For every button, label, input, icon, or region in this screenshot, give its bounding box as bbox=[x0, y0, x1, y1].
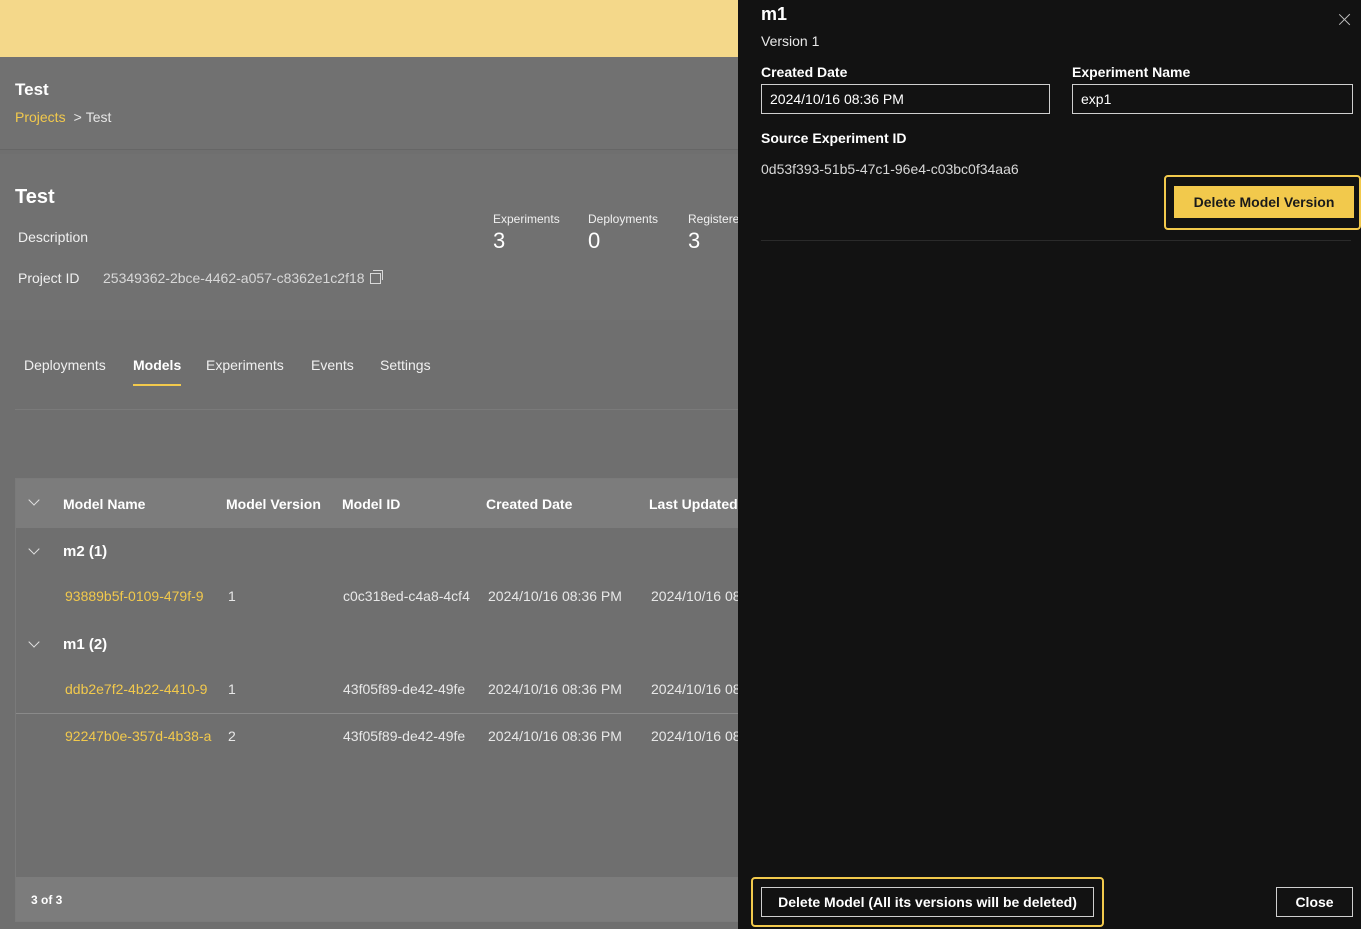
tab-settings[interactable]: Settings bbox=[380, 357, 431, 373]
stat-deployments: Deployments 0 bbox=[588, 212, 658, 254]
source-experiment-id-value: 0d53f393-51b5-47c1-96e4-c03bc0f34aa6 bbox=[761, 161, 1019, 177]
stat-label: Deployments bbox=[588, 212, 659, 226]
stat-experiments: Experiments 3 bbox=[493, 212, 560, 254]
table-row[interactable]: 92247b0e-357d-4b38-a 2 43f05f89-de42-49f… bbox=[16, 713, 739, 759]
breadcrumb-projects-link[interactable]: Projects bbox=[15, 109, 66, 125]
breadcrumb-current: Test bbox=[85, 109, 112, 125]
project-id-text: 25349362-2bce-4462-a057-c8362e1c2f18 bbox=[103, 270, 365, 286]
column-model-version[interactable]: Model Version bbox=[226, 496, 321, 512]
last-updated-cell: 2024/10/16 08 bbox=[651, 728, 740, 744]
drawer-title: m1 bbox=[761, 4, 788, 24]
created-date-label: Created Date bbox=[761, 64, 848, 80]
description-label: Description bbox=[18, 229, 89, 245]
stat-value: 3 bbox=[493, 228, 506, 253]
delete-model-button[interactable]: Delete Model (All its versions will be d… bbox=[761, 887, 1094, 917]
model-version-cell: 2 bbox=[228, 728, 236, 744]
close-icon[interactable] bbox=[1339, 13, 1351, 25]
delete-model-version-button[interactable]: Delete Model Version bbox=[1174, 186, 1354, 218]
close-button[interactable]: Close bbox=[1276, 887, 1353, 917]
column-last-updated[interactable]: Last Updated bbox=[649, 496, 738, 512]
project-id-value: 25349362-2bce-4462-a057-c8362e1c2f18 bbox=[103, 270, 383, 286]
project-tabs: Deployments Models Experiments Events Se… bbox=[15, 330, 740, 410]
breadcrumb-separator: > bbox=[73, 109, 82, 125]
stat-value: 3 bbox=[688, 228, 701, 253]
breadcrumb: Projects > Test bbox=[15, 109, 111, 125]
model-version-drawer: m1 Version 1 Created Date Experiment Nam… bbox=[738, 0, 1361, 929]
row-count: 3 of 3 bbox=[31, 893, 63, 907]
model-id-cell: c0c318ed-c4a8-4cf4 bbox=[343, 588, 470, 604]
model-version-cell: 1 bbox=[228, 588, 236, 604]
model-version-cell: 1 bbox=[228, 681, 236, 697]
column-model-name[interactable]: Model Name bbox=[63, 496, 145, 512]
stat-registered: Registere 3 bbox=[688, 212, 739, 254]
model-name-link[interactable]: 93889b5f-0109-479f-9 bbox=[65, 588, 217, 604]
table-row[interactable]: ddb2e7f2-4b22-4410-9 1 43f05f89-de42-49f… bbox=[16, 667, 739, 713]
drawer-version: Version 1 bbox=[761, 33, 820, 49]
tab-models[interactable]: Models bbox=[133, 357, 182, 386]
group-name: m2 (1) bbox=[63, 543, 108, 560]
table-header: Model Name Model Version Model ID Create… bbox=[16, 479, 739, 528]
model-name-link[interactable]: ddb2e7f2-4b22-4410-9 bbox=[65, 681, 217, 697]
created-date-cell: 2024/10/16 08:36 PM bbox=[488, 681, 622, 697]
drawer-divider bbox=[761, 240, 1351, 241]
model-id-cell: 43f05f89-de42-49fe bbox=[343, 681, 466, 697]
project-id-label: Project ID bbox=[18, 270, 80, 286]
experiment-name-field[interactable] bbox=[1072, 84, 1353, 114]
tab-experiments[interactable]: Experiments bbox=[206, 357, 284, 373]
project-name: Test bbox=[15, 186, 55, 208]
column-model-id[interactable]: Model ID bbox=[342, 496, 400, 512]
stat-value: 0 bbox=[588, 228, 601, 253]
group-row[interactable]: m2 (1) bbox=[16, 528, 739, 574]
table-row[interactable]: 93889b5f-0109-479f-9 1 c0c318ed-c4a8-4cf… bbox=[16, 574, 739, 620]
copy-icon[interactable] bbox=[369, 270, 383, 284]
chevron-down-icon[interactable] bbox=[28, 543, 40, 555]
page-header bbox=[0, 57, 740, 150]
experiment-name-label: Experiment Name bbox=[1072, 64, 1191, 80]
stat-label: Experiments bbox=[493, 212, 560, 226]
table-footer: 3 of 3 bbox=[16, 877, 739, 921]
chevron-down-icon[interactable] bbox=[28, 494, 40, 506]
tab-deployments[interactable]: Deployments bbox=[24, 357, 106, 373]
created-date-cell: 2024/10/16 08:36 PM bbox=[488, 588, 622, 604]
page-title: Test bbox=[15, 80, 49, 99]
column-created-date[interactable]: Created Date bbox=[486, 496, 572, 512]
group-row[interactable]: m1 (2) bbox=[16, 621, 739, 667]
models-table: Model Name Model Version Model ID Create… bbox=[15, 478, 740, 922]
model-id-cell: 43f05f89-de42-49fe bbox=[343, 728, 466, 744]
last-updated-cell: 2024/10/16 08 bbox=[651, 588, 740, 604]
stat-label: Registere bbox=[688, 212, 740, 226]
created-date-field[interactable] bbox=[761, 84, 1050, 114]
created-date-cell: 2024/10/16 08:36 PM bbox=[488, 728, 622, 744]
last-updated-cell: 2024/10/16 08 bbox=[651, 681, 740, 697]
model-name-link[interactable]: 92247b0e-357d-4b38-a bbox=[65, 728, 217, 744]
group-name: m1 (2) bbox=[63, 636, 108, 653]
tab-events[interactable]: Events bbox=[311, 357, 354, 373]
chevron-down-icon[interactable] bbox=[28, 636, 40, 648]
source-experiment-id-label: Source Experiment ID bbox=[761, 130, 907, 146]
